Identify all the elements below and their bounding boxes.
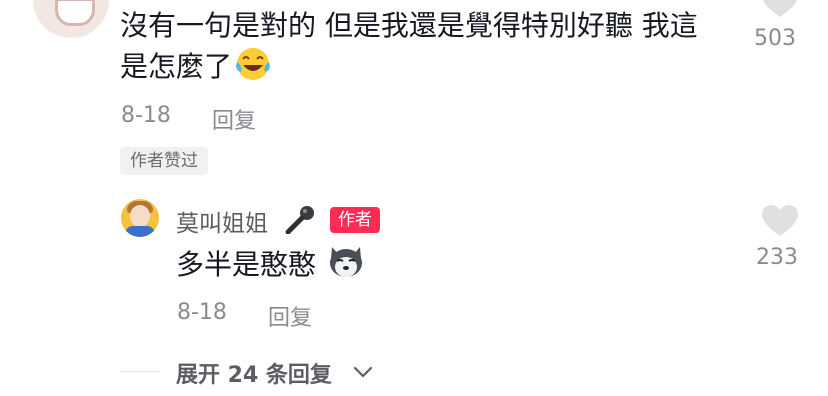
avatar-shirt <box>125 226 155 237</box>
comment-text-content: 沒有一句是對的 但是我還是覺得特別好聽 我這是怎麼了 <box>120 9 698 83</box>
chevron-down-icon[interactable] <box>352 364 374 380</box>
reply-like-count: 233 <box>756 245 798 270</box>
microphone-icon <box>285 206 314 234</box>
reply-text: 多半是憨憨 <box>176 248 317 281</box>
reply-date: 8-18 <box>177 300 227 325</box>
avatar-face <box>130 205 150 227</box>
husky-dog-emoji-icon <box>330 247 362 277</box>
reply-avatar[interactable] <box>121 199 159 237</box>
laughing-tears-emoji-icon <box>236 48 270 80</box>
avatar-mouth <box>55 0 95 26</box>
reply-username[interactable]: 莫叫姐姐 <box>176 204 268 238</box>
commenter-avatar[interactable] <box>33 0 109 38</box>
like-heart-icon[interactable] <box>762 0 798 18</box>
reply-button[interactable]: 回复 <box>212 103 256 135</box>
reply-like-heart-icon[interactable] <box>762 205 798 237</box>
author-tag: 作者 <box>330 207 380 233</box>
comment-date: 8-18 <box>121 103 171 128</box>
expand-replies-button[interactable]: 展开 24 条回复 <box>176 357 332 389</box>
comment-text: 沒有一句是對的 但是我還是覺得特別好聽 我這是怎麼了 <box>120 6 720 87</box>
like-count: 503 <box>754 26 796 51</box>
reply-to-reply-button[interactable]: 回复 <box>268 300 312 332</box>
expand-divider <box>120 371 160 372</box>
author-liked-badge: 作者赞过 <box>120 147 208 175</box>
